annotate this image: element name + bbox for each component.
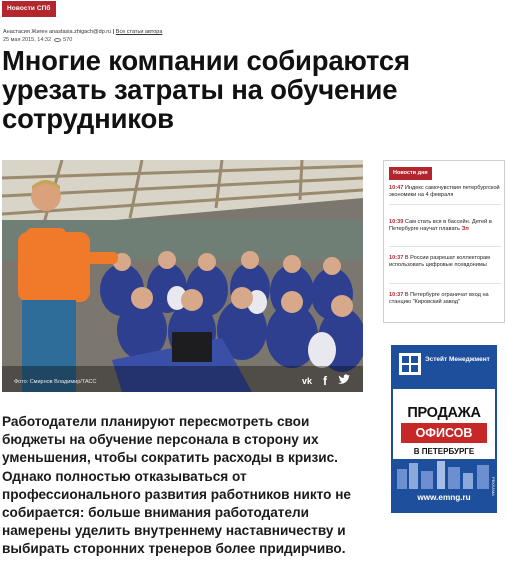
news-box-badge[interactable]: Новости дня xyxy=(389,167,432,180)
news-time: 10:39 xyxy=(389,219,404,225)
views-count: 570 xyxy=(63,37,73,43)
photo-illustration xyxy=(2,160,363,392)
ad-logo-icon xyxy=(399,353,421,375)
news-item[interactable]: 10:37 В Петербурге ограничат вход на ста… xyxy=(389,292,501,306)
ad-url: www.emng.ru xyxy=(417,493,471,502)
divider xyxy=(389,246,501,247)
ad-label: РЕКЛАМА xyxy=(491,477,496,496)
facebook-icon[interactable]: f xyxy=(319,373,333,388)
divider xyxy=(389,204,501,205)
news-item[interactable]: 10:39 Сам стать вся в бассейн. Детей в П… xyxy=(389,219,501,233)
ad-highlight: ОФИСОВ xyxy=(401,423,487,443)
publish-date: 25 мая 2015, 14:32 xyxy=(3,37,52,43)
article-meta: 25 мая 2015, 14:32 570 xyxy=(3,36,72,44)
byline-separator: | xyxy=(112,29,115,35)
news-of-the-day: Новости дня 10:47 Индекс самочувствия пе… xyxy=(383,160,505,323)
news-text: В Петербурге ограничат вход на станцию "… xyxy=(389,292,489,306)
ad-footer xyxy=(393,459,495,511)
author: Анастасия Жиген anastasia.zhigach@dp.ru xyxy=(3,29,112,35)
all-articles-link[interactable]: Все статьи автора xyxy=(116,29,163,35)
ad-title: ПРОДАЖА xyxy=(407,405,481,421)
news-text: Сам стать вся в бассейн. Детей в Петербу… xyxy=(389,219,492,233)
news-time: 10:37 xyxy=(389,255,404,261)
ad-brand: Эстейт Менеджмент xyxy=(425,356,490,363)
photo-caption: Фото: Смирнов Владимир/ТАСС xyxy=(14,379,97,385)
twitter-icon[interactable] xyxy=(337,373,351,387)
news-item[interactable]: 10:37 В России разрешат коллекторам испо… xyxy=(389,255,501,269)
article-title: Многие компании собираются урезать затра… xyxy=(2,45,410,134)
byline: Анастасия Жиген anastasia.zhigach@dp.ru … xyxy=(3,28,162,36)
news-text: Индекс самочувствия петербургской эконом… xyxy=(389,185,500,199)
news-time: 10:37 xyxy=(389,292,404,298)
divider xyxy=(389,283,501,284)
article-photo[interactable] xyxy=(2,160,363,392)
svg-text:f: f xyxy=(323,374,328,387)
views-icon xyxy=(53,37,61,42)
news-time: 10:47 xyxy=(389,185,404,191)
svg-text:vk: vk xyxy=(302,376,313,386)
news-text: В России разрешат коллекторам использова… xyxy=(389,255,491,269)
ad-banner[interactable]: Эстейт Менеджмент ПРОДАЖА ОФИСОВ В ПЕТЕР… xyxy=(391,345,497,513)
article-lead: Работодатели планируют пересмотреть свои… xyxy=(2,414,351,557)
news-item[interactable]: 10:47 Индекс самочувствия петербургской … xyxy=(389,185,501,199)
news-tag: Эл xyxy=(461,226,469,233)
ad-city: В ПЕТЕРБУРГЕ xyxy=(413,447,475,456)
section-badge[interactable]: Новости СПб xyxy=(2,1,56,17)
ad-buildings-illustration xyxy=(397,461,489,489)
vk-icon[interactable]: vk xyxy=(301,373,315,387)
